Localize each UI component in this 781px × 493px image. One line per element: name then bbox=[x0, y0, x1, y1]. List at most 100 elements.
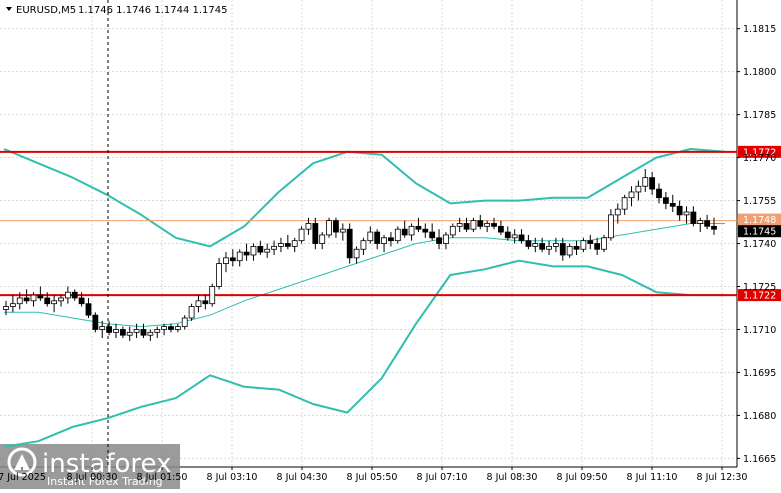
candle-body bbox=[683, 211, 690, 216]
candle-body bbox=[470, 220, 477, 230]
candle-body bbox=[484, 223, 491, 227]
candle-body bbox=[195, 300, 202, 307]
candle-body bbox=[223, 257, 229, 264]
candle-body bbox=[642, 177, 649, 187]
x-tick-label: 8 Jul 01:50 bbox=[137, 472, 188, 483]
candle-body bbox=[388, 237, 394, 242]
candle-body bbox=[64, 291, 71, 299]
candle-body bbox=[106, 326, 113, 333]
candle-body bbox=[236, 251, 243, 262]
candle-body bbox=[312, 223, 319, 244]
candle-body bbox=[85, 303, 92, 316]
price-label-text: 1.1745 bbox=[743, 227, 776, 238]
candle-body bbox=[161, 326, 167, 330]
candle-body bbox=[3, 306, 9, 310]
candle-body bbox=[353, 248, 360, 259]
candle-body bbox=[339, 228, 346, 233]
candle-body bbox=[704, 220, 711, 227]
x-tick-label: 8 Jul 08:30 bbox=[487, 472, 538, 483]
y-tick-label: 1.1680 bbox=[743, 411, 776, 422]
candle-body bbox=[229, 257, 236, 262]
candle-body bbox=[37, 294, 44, 299]
candle-body bbox=[628, 191, 635, 199]
candle-body bbox=[463, 223, 470, 230]
candle-body bbox=[518, 234, 525, 242]
candle-body bbox=[429, 231, 436, 239]
chart-window[interactable]: instaforex Instant Forex Trading 1.1772 1… bbox=[0, 0, 781, 489]
candle-body bbox=[635, 185, 642, 193]
y-tick-label: 1.1800 bbox=[743, 67, 776, 78]
candle-body bbox=[580, 240, 587, 250]
candle-body bbox=[422, 228, 429, 233]
candle-body bbox=[147, 331, 154, 336]
candle-body bbox=[99, 326, 106, 330]
candle-body bbox=[607, 214, 614, 239]
y-tick-label: 1.1785 bbox=[743, 110, 776, 121]
candle-body bbox=[546, 245, 552, 250]
candle-body bbox=[394, 228, 401, 242]
candle-body bbox=[690, 211, 697, 224]
candle-body bbox=[436, 237, 442, 244]
candle-body bbox=[443, 234, 449, 244]
x-tick-label: 8 Jul 09:50 bbox=[557, 472, 608, 483]
candle-body bbox=[614, 208, 621, 216]
symbol-label: EURUSD,M5 bbox=[16, 5, 76, 16]
candle-body bbox=[662, 197, 669, 204]
candle-body bbox=[278, 243, 284, 247]
candle-body bbox=[559, 243, 566, 256]
candle-body bbox=[656, 188, 662, 199]
price-chart[interactable]: instaforex Instant Forex Trading 1.17721… bbox=[0, 0, 781, 489]
candle-body bbox=[504, 231, 511, 239]
candle-body bbox=[271, 245, 277, 250]
x-tick-label: 8 Jul 05:50 bbox=[347, 472, 398, 483]
candle-body bbox=[566, 245, 573, 256]
candle-body bbox=[30, 294, 37, 302]
ohlc-values: 1.1746 1.1746 1.1744 1.1745 bbox=[78, 5, 228, 16]
candle-body bbox=[92, 314, 99, 330]
candle-body bbox=[44, 297, 51, 305]
x-tick-label: 8 Jul 07:10 bbox=[417, 472, 468, 483]
candle-body bbox=[649, 177, 656, 190]
candle-body bbox=[264, 248, 271, 253]
candle-body bbox=[243, 251, 250, 256]
candle-body bbox=[168, 326, 174, 330]
candle-body bbox=[23, 297, 30, 302]
candle-body bbox=[209, 286, 216, 305]
candle-body bbox=[333, 220, 339, 233]
y-tick-label: 1.1695 bbox=[743, 368, 776, 379]
candle-body bbox=[326, 220, 332, 236]
x-tick-label: 8 Jul 12:30 bbox=[697, 472, 748, 483]
candle-body bbox=[78, 297, 85, 305]
candle-body bbox=[491, 223, 497, 227]
candle-body bbox=[498, 225, 504, 233]
candle-body bbox=[601, 237, 607, 250]
candle-body bbox=[346, 228, 353, 259]
candle-body bbox=[553, 243, 559, 247]
candle-body bbox=[51, 300, 58, 305]
x-tick-label: 8 Jul 03:10 bbox=[207, 472, 258, 483]
chart-header: EURUSD,M5 1.1746 1.1746 1.1744 1.1745 bbox=[6, 5, 228, 16]
candle-body bbox=[415, 225, 422, 230]
candle-body bbox=[181, 317, 188, 328]
candle-body bbox=[126, 331, 133, 336]
candle-body bbox=[594, 243, 601, 250]
candle-body bbox=[216, 263, 222, 287]
candle-body bbox=[250, 245, 257, 256]
candle-body bbox=[539, 243, 546, 250]
candle-body bbox=[360, 240, 367, 250]
y-tick-label: 1.1815 bbox=[743, 24, 776, 35]
y-tick-label: 1.1710 bbox=[743, 325, 776, 336]
candle-body bbox=[477, 220, 484, 227]
candle-body bbox=[456, 223, 463, 227]
candle-body bbox=[257, 245, 264, 253]
candle-body bbox=[71, 291, 78, 299]
candle-body bbox=[621, 197, 628, 210]
candle-body bbox=[711, 225, 717, 230]
candle-body bbox=[140, 329, 147, 336]
candle-body bbox=[202, 300, 209, 305]
candle-body bbox=[16, 297, 23, 305]
y-tick-label: 1.1770 bbox=[743, 153, 776, 164]
candle-body bbox=[113, 329, 119, 333]
candle-body bbox=[319, 234, 326, 244]
candle-body bbox=[587, 240, 594, 244]
